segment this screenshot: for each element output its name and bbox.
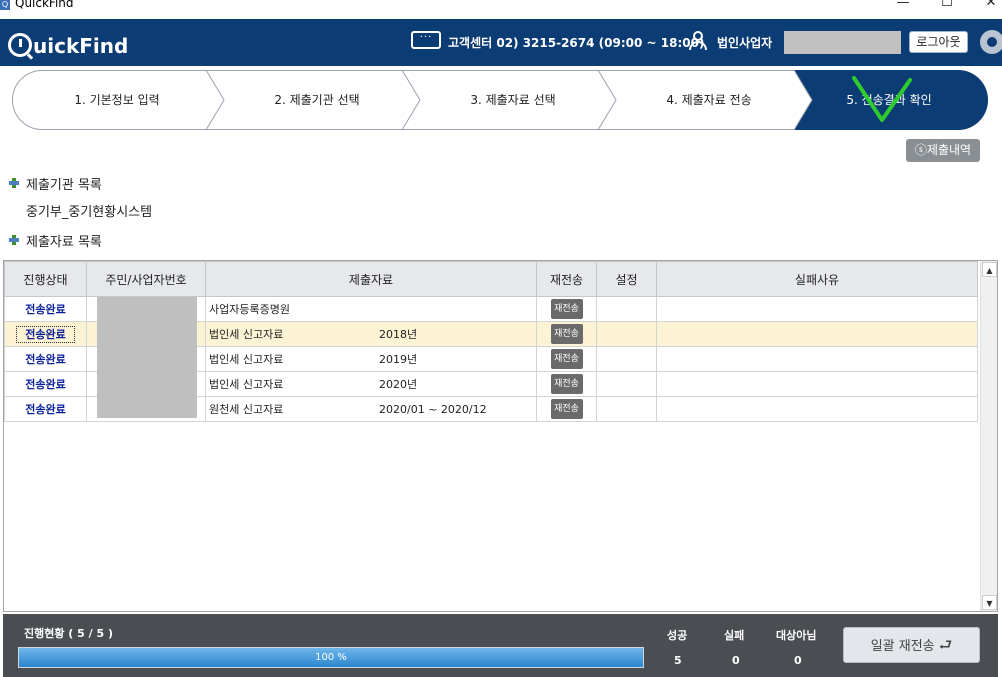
logout-button[interactable]: 로그아웃 (909, 31, 968, 53)
org-list-title: 제출기관 목록 (26, 178, 102, 193)
col-fail-reason: 실패사유 (656, 261, 978, 297)
resend-button[interactable]: 재전송 (550, 399, 583, 419)
support-info: 고객센터 02) 3215-2674 (09:00 ~ 18:00) (448, 36, 705, 50)
quickfind-logo: uickFind (8, 29, 129, 58)
col-id-number: 주민/사업자번호 (86, 261, 206, 297)
expand-icon (9, 235, 19, 245)
status-cell: 전송완료 (4, 321, 87, 347)
org-name: 중기부_중기현황시스템 (26, 205, 153, 220)
not-applicable-label: 대상아님 (776, 629, 817, 642)
logo-text: uickFind (33, 34, 129, 58)
fail-reason-cell (656, 321, 978, 347)
close-button[interactable]: ✕ (976, 0, 1002, 11)
progress-text: 100 % (315, 652, 347, 663)
chat-icon: ··· (411, 31, 441, 49)
settings-cell (596, 371, 657, 397)
window-titlebar: Q QuickFind — ☐ ✕ (0, 0, 1002, 19)
data-cell: 법인세 신고자료 2020년 (205, 371, 537, 397)
window-title: QuickFind (15, 0, 74, 10)
settings-cell (596, 346, 657, 372)
status-cell: 전송완료 (4, 296, 87, 322)
not-applicable-count: 0 (794, 654, 802, 667)
submission-history-button[interactable]: ⓢ제출내역 (906, 139, 980, 162)
resend-button[interactable]: 재전송 (550, 349, 583, 369)
resend-button[interactable]: 재전송 (550, 374, 583, 394)
scroll-down-arrow-icon[interactable]: ▼ (982, 595, 997, 610)
redacted-id-number (97, 297, 197, 418)
vertical-scrollbar[interactable]: ▲ ▼ (980, 261, 997, 611)
fail-reason-cell (656, 296, 978, 322)
maximize-button[interactable]: ☐ (932, 0, 962, 11)
submission-table: 진행상태 주민/사업자번호 제출자료 재전송 설정 실패사유 전송완료 사업자등… (3, 260, 998, 612)
gear-icon[interactable] (980, 30, 1002, 54)
success-label: 성공 (667, 629, 688, 642)
return-arrow-icon: ⮐ (938, 636, 953, 654)
minimize-button[interactable]: — (888, 0, 918, 11)
expand-icon (9, 178, 19, 188)
scroll-up-arrow-icon[interactable]: ▲ (982, 262, 997, 277)
data-cell: 법인세 신고자료 2019년 (205, 346, 537, 372)
resend-button[interactable]: 재전송 (550, 324, 583, 344)
status-cell: 전송완료 (4, 371, 87, 397)
user-type-label: 법인사업자 (717, 36, 773, 50)
app-header: uickFind ··· 고객센터 02) 3215-2674 (09:00 ~… (0, 19, 1002, 66)
bulk-resend-label: 일괄 재전송 (870, 639, 935, 654)
success-count: 5 (674, 654, 682, 667)
progress-footer: 진행현황 ( 5 / 5 ) 100 % 성공 5 실패 0 대상아님 0 일괄… (3, 614, 998, 677)
fail-reason-cell (656, 371, 978, 397)
settings-cell (596, 396, 657, 422)
stopwatch-icon (8, 33, 32, 57)
col-settings: 설정 (596, 261, 657, 297)
fail-label: 실패 (724, 629, 745, 642)
status-cell: 전송완료 (4, 396, 87, 422)
fail-reason-cell (656, 396, 978, 422)
progress-bar: 100 % (18, 647, 644, 668)
data-cell: 원천세 신고자료 2020/01 ~ 2020/12 (205, 396, 537, 422)
step-progress: 1. 기본정보 입력 2. 제출기관 선택 3. 제출자료 선택 4. 제출자료… (12, 70, 988, 130)
col-resend: 재전송 (536, 261, 597, 297)
progress-label: 진행현황 ( 5 / 5 ) (24, 627, 114, 640)
settings-cell (596, 296, 657, 322)
resend-button[interactable]: 재전송 (550, 299, 583, 319)
col-data: 제출자료 (205, 261, 537, 297)
data-cell: 법인세 신고자료 2018년 (205, 321, 537, 347)
settings-cell (596, 321, 657, 347)
table-header: 진행상태 주민/사업자번호 제출자료 재전송 설정 실패사유 (4, 261, 978, 297)
data-cell: 사업자등록증명원 (205, 296, 537, 322)
user-icon (689, 31, 707, 51)
bulk-resend-button[interactable]: 일괄 재전송 ⮐ (843, 627, 980, 663)
status-cell: 전송완료 (4, 346, 87, 372)
fail-count: 0 (732, 654, 740, 667)
app-icon: Q (0, 0, 10, 10)
col-status: 진행상태 (4, 261, 87, 297)
data-list-title: 제출자료 목록 (26, 235, 102, 250)
fail-reason-cell (656, 346, 978, 372)
checkmark-icon (852, 76, 912, 122)
redacted-user-name (784, 31, 901, 54)
